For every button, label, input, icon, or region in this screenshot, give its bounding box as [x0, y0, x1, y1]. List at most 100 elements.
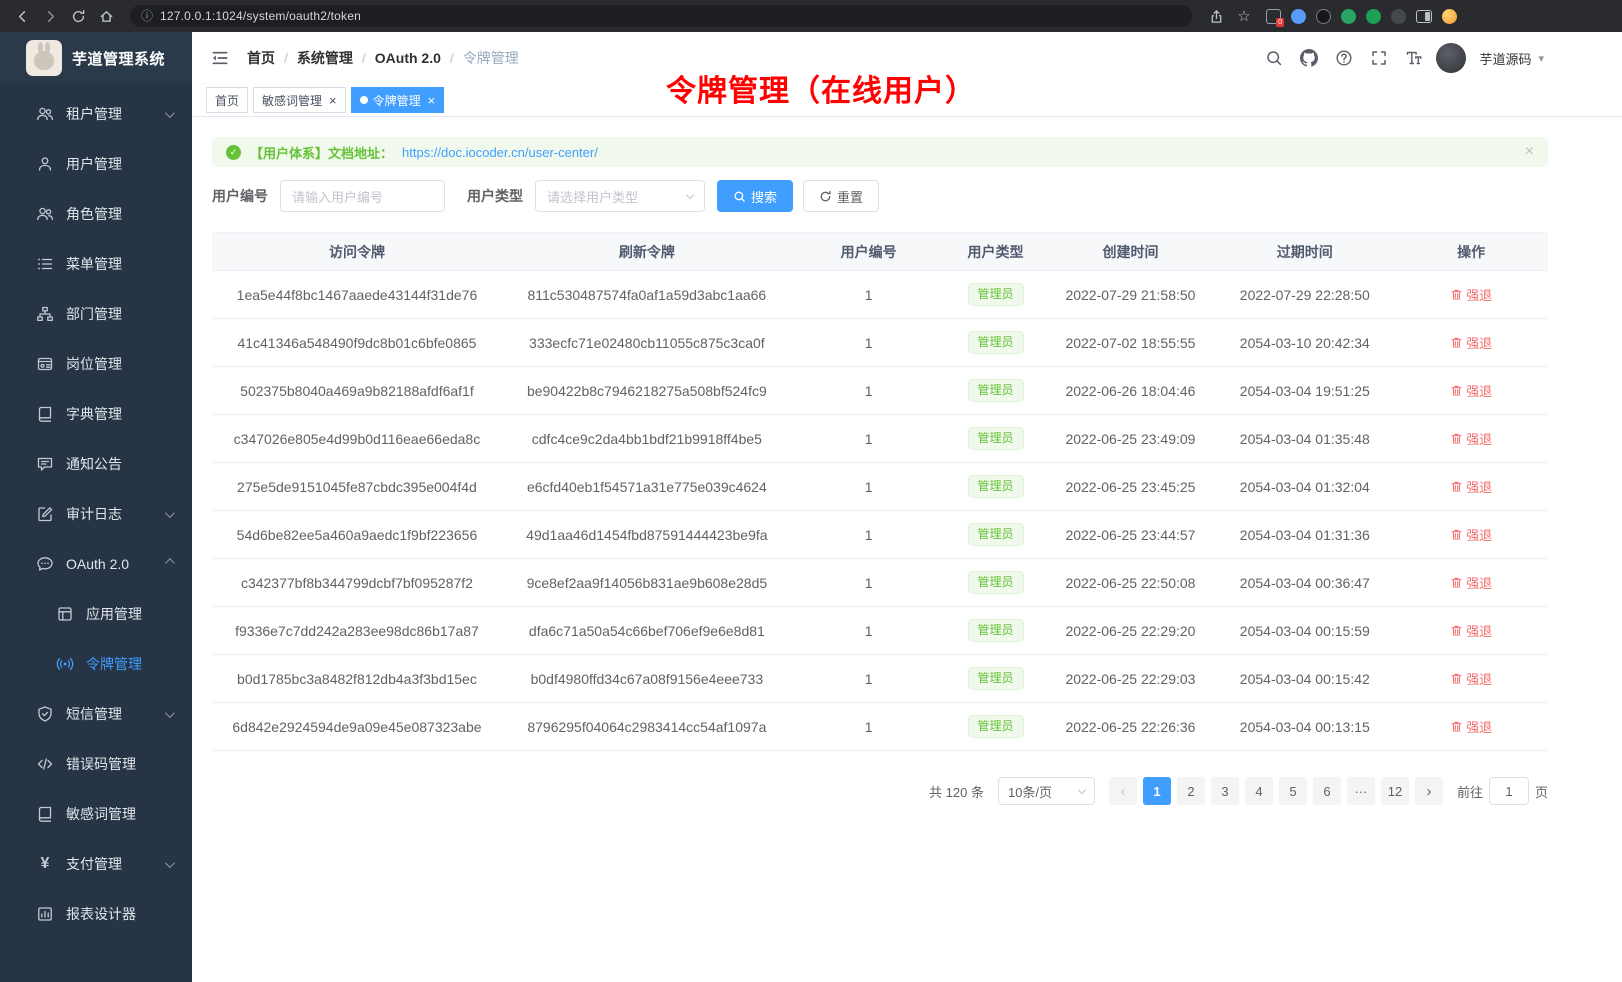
users-icon	[36, 205, 54, 223]
force-logout-button[interactable]: 强退	[1450, 573, 1492, 592]
sidebar-item-label: 审计日志	[66, 504, 122, 524]
force-logout-button[interactable]: 强退	[1450, 477, 1492, 496]
split-view-icon[interactable]	[1416, 10, 1432, 23]
page-button-2[interactable]: 2	[1177, 777, 1205, 805]
close-icon[interactable]: ×	[428, 94, 436, 107]
cell-refresh-token: 49d1aa46d1454fbd87591444423be9fa	[502, 511, 792, 559]
sidebar-item-sensitive-word[interactable]: 敏感词管理	[0, 789, 192, 839]
extension-green-icon[interactable]	[1341, 9, 1356, 24]
edit-icon	[36, 505, 54, 523]
address-bar[interactable]: ⓘ 127.0.0.1:1024/system/oauth2/token	[130, 5, 1192, 27]
breadcrumb-item[interactable]: 系统管理	[297, 48, 353, 68]
extension-blue-icon[interactable]	[1291, 9, 1306, 24]
share-icon[interactable]	[1204, 4, 1228, 28]
user-type-badge: 管理员	[968, 331, 1024, 355]
sidebar-item-oauth2[interactable]: OAuth 2.0	[0, 539, 192, 589]
force-logout-button[interactable]: 强退	[1450, 333, 1492, 352]
tab-token[interactable]: 令牌管理×	[351, 87, 445, 113]
close-icon[interactable]: ×	[1525, 144, 1534, 160]
next-page-button[interactable]: ›	[1415, 777, 1443, 805]
github-icon[interactable]	[1300, 49, 1318, 67]
tab-sensitive-word[interactable]: 敏感词管理×	[253, 87, 346, 113]
collapse-sidebar-icon[interactable]	[210, 48, 230, 68]
question-icon[interactable]	[1335, 49, 1353, 67]
sidebar-item-oauth2-app[interactable]: 应用管理	[0, 589, 192, 639]
cell-user-type: 管理员	[945, 607, 1045, 655]
page-button-12[interactable]: 12	[1381, 777, 1409, 805]
close-icon[interactable]: ×	[329, 94, 337, 107]
cell-user-id: 1	[792, 607, 946, 655]
cell-user-type: 管理员	[945, 463, 1045, 511]
user-type-badge: 管理员	[968, 667, 1024, 691]
sidebar-item-error-code[interactable]: 错误码管理	[0, 739, 192, 789]
extensions-grid-icon[interactable]: 0	[1266, 9, 1281, 24]
more-pages-button[interactable]: ···	[1347, 777, 1375, 805]
force-logout-button[interactable]: 强退	[1450, 717, 1492, 736]
sidebar-item-report-designer[interactable]: 报表设计器	[0, 889, 192, 939]
sidebar-item-role[interactable]: 角色管理	[0, 189, 192, 239]
search-button[interactable]: 搜索	[717, 180, 793, 212]
forward-icon[interactable]	[38, 4, 62, 28]
search-icon[interactable]	[1265, 49, 1283, 67]
sidebar-item-tenant[interactable]: 租户管理	[0, 89, 192, 139]
alert-link[interactable]: https://doc.iocoder.cn/user-center/	[402, 145, 598, 160]
sidebar-item-menu[interactable]: 菜单管理	[0, 239, 192, 289]
page-button-1[interactable]: 1	[1143, 777, 1171, 805]
back-icon[interactable]	[10, 4, 34, 28]
table-row: c347026e805e4d99b0d116eae66eda8ccdfc4ce9…	[212, 415, 1548, 463]
sidebar-item-user[interactable]: 用户管理	[0, 139, 192, 189]
sidebar-item-sms[interactable]: 短信管理	[0, 689, 192, 739]
user-type-select[interactable]: 请选择用户类型	[535, 180, 705, 212]
cell-action: 强退	[1394, 463, 1548, 511]
cell-user-type: 管理员	[945, 559, 1045, 607]
fullscreen-icon[interactable]	[1370, 49, 1388, 67]
extension-paw-icon[interactable]	[1391, 9, 1406, 24]
force-logout-button[interactable]: 强退	[1450, 285, 1492, 304]
app-logo-row[interactable]: 芋道管理系统	[0, 32, 192, 84]
force-logout-button[interactable]: 强退	[1450, 621, 1492, 640]
font-size-icon[interactable]	[1405, 49, 1423, 67]
page-button-4[interactable]: 4	[1245, 777, 1273, 805]
force-logout-button[interactable]: 强退	[1450, 429, 1492, 448]
sidebar-item-oauth2-token[interactable]: 令牌管理	[0, 639, 192, 689]
force-logout-button[interactable]: 强退	[1450, 381, 1492, 400]
sidebar-item-pay[interactable]: ¥支付管理	[0, 839, 192, 889]
code-icon	[36, 755, 54, 773]
reset-button[interactable]: 重置	[803, 180, 879, 212]
breadcrumb-item[interactable]: OAuth 2.0	[375, 50, 441, 66]
breadcrumb-item[interactable]: 首页	[247, 48, 275, 68]
page-button-5[interactable]: 5	[1279, 777, 1307, 805]
bookmark-star-icon[interactable]: ☆	[1232, 4, 1256, 28]
force-logout-button[interactable]: 强退	[1450, 669, 1492, 688]
user-name[interactable]: 芋道源码	[1479, 49, 1531, 68]
sidebar-item-label: 敏感词管理	[66, 804, 136, 824]
goto-page-input[interactable]: 1	[1489, 777, 1529, 805]
tab-home[interactable]: 首页	[206, 87, 248, 113]
chevron-down-icon[interactable]: ▾	[1538, 52, 1544, 65]
reload-icon[interactable]	[66, 4, 90, 28]
user-icon	[36, 155, 54, 173]
cell-refresh-token: 333ecfc71e02480cb11055c875c3ca0f	[502, 319, 792, 367]
user-avatar[interactable]	[1436, 43, 1466, 73]
user-id-input[interactable]: 请输入用户编号	[280, 180, 445, 212]
cell-user-type: 管理员	[945, 415, 1045, 463]
extension-leaf-icon[interactable]	[1366, 9, 1381, 24]
goto-label: 前往	[1457, 782, 1483, 801]
prev-page-button[interactable]: ‹	[1109, 777, 1137, 805]
sidebar-item-post[interactable]: 岗位管理	[0, 339, 192, 389]
sidebar-item-dept[interactable]: 部门管理	[0, 289, 192, 339]
page-button-6[interactable]: 6	[1313, 777, 1341, 805]
cell-user-type: 管理员	[945, 703, 1045, 751]
extension-dark-icon[interactable]	[1316, 9, 1331, 24]
sidebar-item-audit-log[interactable]: 审计日志	[0, 489, 192, 539]
sidebar-item-label: 令牌管理	[86, 654, 142, 674]
page-size-select[interactable]: 10条/页	[998, 777, 1095, 805]
cell-create-time: 2022-06-25 22:29:20	[1046, 607, 1216, 655]
sidebar-item-dict[interactable]: 字典管理	[0, 389, 192, 439]
browser-profile-avatar[interactable]	[1442, 9, 1457, 24]
force-logout-button[interactable]: 强退	[1450, 525, 1492, 544]
home-icon[interactable]	[94, 4, 118, 28]
site-info-icon[interactable]: ⓘ	[141, 10, 153, 22]
sidebar-item-notice[interactable]: 通知公告	[0, 439, 192, 489]
page-button-3[interactable]: 3	[1211, 777, 1239, 805]
